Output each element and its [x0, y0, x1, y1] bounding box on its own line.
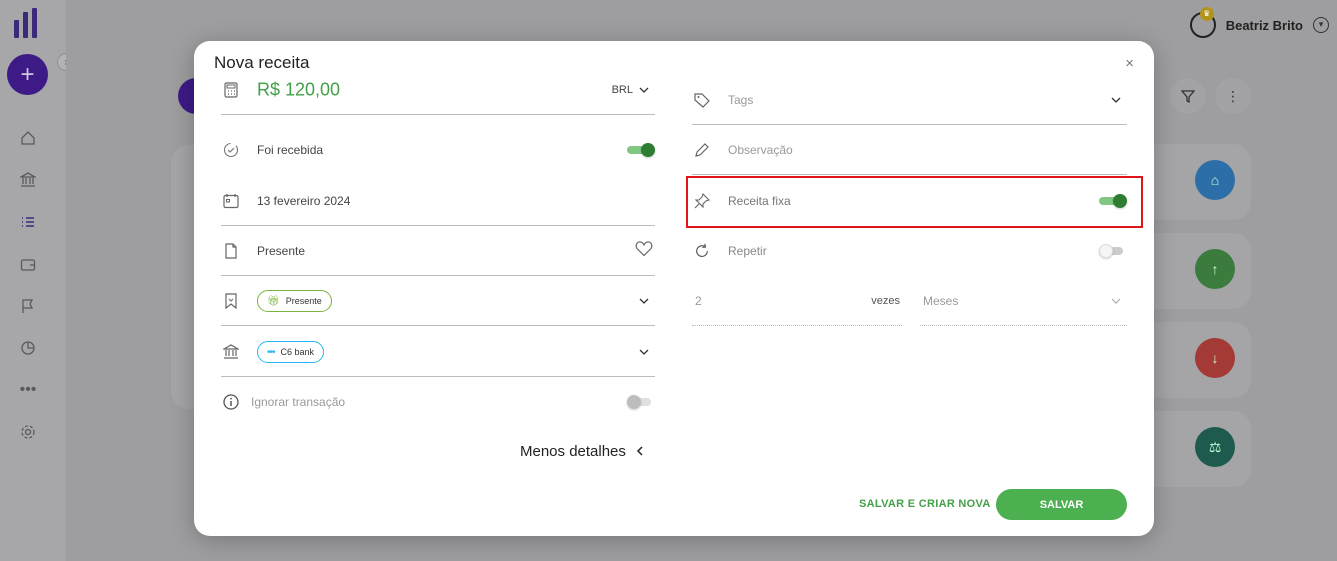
user-avatar-icon[interactable]: ♛ — [1189, 7, 1216, 38]
repeat-count-field[interactable]: 2 vezes — [692, 276, 902, 326]
less-details-button[interactable]: Menos detalhes — [520, 443, 644, 460]
chevron-down-icon[interactable] — [1111, 296, 1121, 306]
wallet-icon[interactable] — [18, 255, 38, 275]
note-placeholder[interactable]: Observação — [728, 143, 793, 157]
home-icon[interactable] — [18, 128, 38, 148]
note-field[interactable]: Observação — [692, 125, 1127, 175]
arrow-down-icon: ↓ — [1195, 338, 1235, 378]
repeat-count-value[interactable]: 2 — [695, 294, 702, 308]
save-button[interactable]: SALVAR — [996, 489, 1127, 520]
description-field[interactable]: Presente — [221, 226, 655, 276]
bank-icon — [223, 344, 239, 360]
new-income-modal: Nova receita × R$ 120,00 BRL Foi recebid… — [194, 41, 1154, 536]
amount-field[interactable]: R$ 120,00 BRL — [221, 65, 655, 115]
repeat-row: Repetir — [692, 226, 1127, 276]
repeat-unit-label: vezes — [871, 295, 900, 307]
pencil-icon — [694, 142, 710, 158]
ignore-row: Ignorar transação — [221, 377, 655, 427]
period-value[interactable]: Meses — [923, 294, 958, 308]
scale-icon: ⚖ — [1195, 427, 1235, 467]
chevron-down-icon[interactable] — [639, 296, 649, 306]
calculator-icon — [223, 82, 239, 98]
filter-icon[interactable] — [1170, 78, 1206, 114]
tags-field[interactable]: Tags — [692, 75, 1127, 125]
received-toggle[interactable] — [627, 143, 655, 157]
account-label: C6 bank — [280, 347, 315, 357]
calendar-icon — [223, 193, 239, 209]
close-icon[interactable]: × — [1125, 55, 1134, 72]
date-value[interactable]: 13 fevereiro 2024 — [257, 194, 350, 208]
received-label: Foi recebida — [257, 143, 324, 157]
tag-icon — [694, 92, 710, 108]
app-sidebar: + › ••• — [0, 0, 75, 561]
gift-icon: 🎁︎ — [267, 295, 280, 307]
bank-circle-icon: ⌂ — [1195, 160, 1235, 200]
app-logo — [14, 8, 37, 38]
chevron-down-icon[interactable] — [639, 347, 649, 357]
description-value[interactable]: Presente — [257, 244, 305, 258]
user-menu[interactable]: ♛ Beatriz Brito ▾ — [1189, 7, 1329, 38]
repeat-toggle[interactable] — [1099, 244, 1127, 258]
save-and-new-button[interactable]: SALVAR E CRIAR NOVA — [859, 498, 991, 510]
bookmark-icon — [223, 293, 239, 309]
highlight-box — [686, 176, 1143, 228]
account-field[interactable]: ••• C6 bank — [221, 327, 655, 377]
crown-icon: ♛ — [1199, 7, 1214, 21]
more-icon[interactable]: ••• — [18, 380, 38, 400]
category-chip[interactable]: 🎁︎ Presente — [257, 290, 332, 312]
file-icon — [223, 243, 239, 259]
date-field[interactable]: 13 fevereiro 2024 — [221, 176, 655, 226]
account-chip[interactable]: ••• C6 bank — [257, 341, 325, 363]
bank-icon[interactable] — [18, 170, 38, 190]
ignore-label: Ignorar transação — [251, 395, 346, 409]
dots-icon: ••• — [267, 346, 275, 358]
heart-icon[interactable] — [635, 241, 653, 262]
list-icon[interactable] — [18, 212, 38, 232]
chevron-down-icon[interactable] — [639, 85, 649, 95]
chevron-down-icon[interactable] — [1111, 95, 1121, 105]
category-field[interactable]: 🎁︎ Presente — [221, 276, 655, 326]
amount-value[interactable]: R$ 120,00 — [257, 80, 340, 101]
more-vertical-icon[interactable]: ⋮ — [1215, 78, 1251, 114]
user-name[interactable]: Beatriz Brito — [1226, 18, 1303, 33]
chevron-left-icon — [636, 443, 644, 460]
refresh-icon — [694, 243, 710, 259]
gear-icon[interactable] — [18, 422, 38, 442]
flag-icon[interactable] — [18, 296, 38, 316]
repeat-label: Repetir — [728, 244, 767, 258]
info-icon — [223, 394, 239, 410]
add-transaction-button[interactable]: + — [7, 54, 48, 95]
pie-chart-icon[interactable] — [18, 338, 38, 358]
arrow-up-icon: ↑ — [1195, 249, 1235, 289]
currency-select[interactable]: BRL — [612, 84, 633, 96]
ignore-toggle[interactable] — [627, 395, 655, 409]
period-select[interactable]: Meses — [920, 276, 1127, 326]
received-row: Foi recebida — [221, 125, 655, 175]
tags-placeholder[interactable]: Tags — [728, 93, 753, 107]
less-details-label: Menos detalhes — [520, 443, 626, 460]
chevron-down-icon[interactable]: ▾ — [1313, 17, 1329, 33]
category-label: Presente — [285, 296, 322, 306]
check-circle-icon — [223, 142, 239, 158]
